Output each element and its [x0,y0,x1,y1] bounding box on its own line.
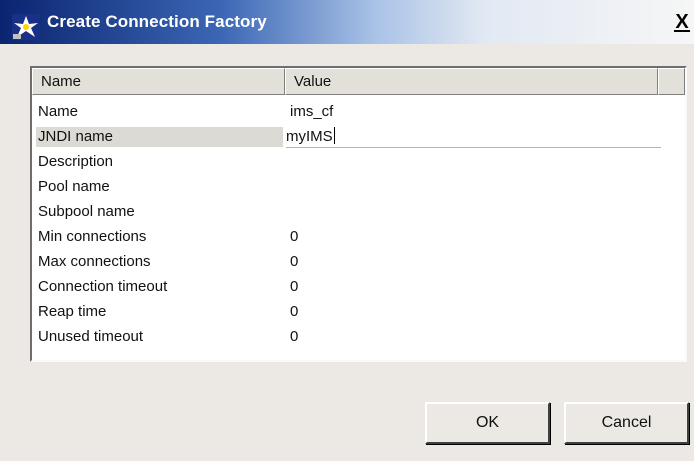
row-value[interactable]: ims_cf [290,102,333,122]
table-row[interactable]: Pool name [32,174,685,199]
app-icon [12,14,40,40]
ok-button[interactable]: OK [425,402,550,444]
row-value[interactable]: 0 [290,252,298,272]
column-header-value[interactable]: Value [285,68,658,95]
row-name: Subpool name [38,203,135,220]
window-title: Create Connection Factory [47,12,267,31]
jndi-name-input[interactable]: myIMS [286,127,661,148]
table-row[interactable]: Max connections 0 [32,249,685,274]
table-row[interactable]: Description [32,149,685,174]
row-value[interactable]: 0 [290,277,298,297]
row-name: Pool name [38,178,110,195]
column-header-name[interactable]: Name [32,68,285,95]
row-name: Description [38,153,114,170]
cancel-button[interactable]: Cancel [564,402,689,444]
text-cursor [333,127,335,144]
jndi-name-value: myIMS [286,128,333,145]
table-row[interactable]: Name ims_cf [32,99,685,124]
table-body: Name ims_cf JNDI name myIMS Description … [32,99,685,349]
properties-table: Name Value Name ims_cf JNDI name myIMS D… [30,66,687,362]
row-name: Connection timeout [38,278,168,295]
table-row[interactable]: Reap time 0 [32,299,685,324]
close-button[interactable]: X [672,9,692,35]
title-bar[interactable]: Create Connection Factory X [0,0,694,44]
row-name: Min connections [38,228,147,245]
row-value[interactable]: 0 [290,227,298,247]
table-row[interactable]: Subpool name [32,199,685,224]
table-row[interactable]: Unused timeout 0 [32,324,685,349]
create-connection-factory-dialog: Create Connection Factory X Name Value N… [0,0,694,461]
row-name: Unused timeout [38,328,144,345]
row-value[interactable]: 0 [290,302,298,322]
row-name: JNDI name [36,127,283,147]
table-row-selected[interactable]: JNDI name myIMS [32,124,685,149]
column-header-filler [658,68,685,95]
row-name: Name [38,103,79,120]
table-row[interactable]: Connection timeout 0 [32,274,685,299]
table-row[interactable]: Min connections 0 [32,224,685,249]
row-value[interactable]: 0 [290,327,298,347]
row-name: Reap time [38,303,107,320]
row-name: Max connections [38,253,151,270]
